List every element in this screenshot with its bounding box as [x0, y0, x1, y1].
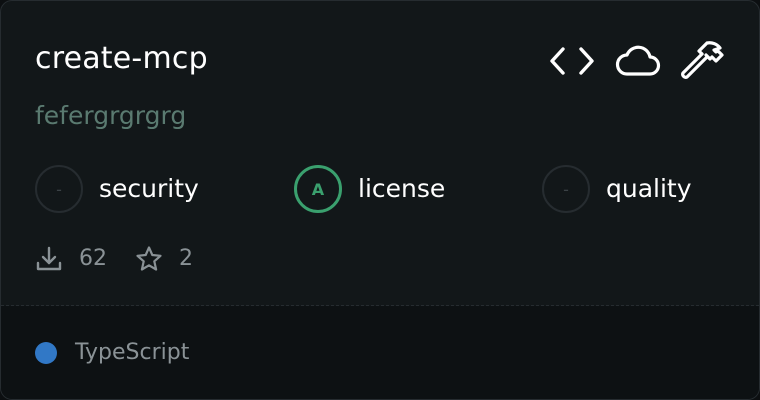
language-color-dot — [35, 342, 57, 364]
security-label: security — [99, 174, 199, 203]
download-icon — [35, 245, 63, 273]
code-icon[interactable] — [549, 43, 595, 79]
license-label: license — [358, 174, 446, 203]
quality-label: quality — [606, 174, 692, 203]
security-score[interactable]: - security — [35, 165, 199, 213]
capability-icons — [549, 39, 725, 83]
language-name: TypeScript — [75, 340, 190, 365]
cloud-icon[interactable] — [615, 43, 661, 79]
score-row: - security A license - quality — [35, 165, 727, 213]
downloads-stat: 62 — [35, 244, 107, 274]
card-footer: TypeScript — [1, 306, 759, 399]
server-title[interactable]: create-mcp — [35, 39, 208, 79]
downloads-count: 62 — [79, 246, 107, 271]
server-card[interactable]: create-mcp fefergrgrgrg - security A lic… — [0, 0, 760, 400]
server-description: fefergrgrgrg — [35, 101, 187, 130]
security-grade-badge: - — [35, 165, 83, 213]
hammer-icon[interactable] — [681, 39, 725, 83]
language-tag: TypeScript — [35, 338, 189, 368]
quality-score[interactable]: - quality — [542, 165, 692, 213]
stats-row: 62 2 — [35, 241, 221, 277]
license-score[interactable]: A license — [294, 165, 445, 213]
quality-grade-badge: - — [542, 165, 590, 213]
stars-stat: 2 — [135, 244, 193, 274]
license-grade-badge: A — [294, 165, 342, 213]
stars-count: 2 — [179, 246, 193, 271]
star-icon — [135, 245, 163, 273]
